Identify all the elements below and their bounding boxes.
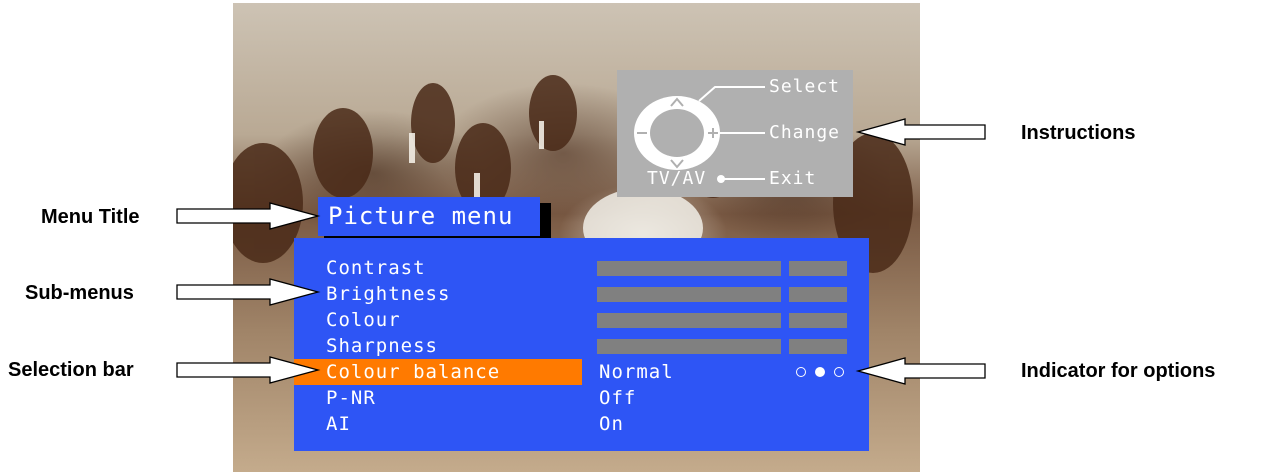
arrow-instructions (855, 118, 986, 146)
callout-arrows (176, 118, 986, 385)
arrow-indicator (855, 357, 986, 385)
callout-sub-menus: Sub-menus (25, 282, 134, 304)
arrow-menu-title (176, 202, 321, 230)
callout-selection-bar: Selection bar (8, 359, 134, 381)
arrow-sub-menus (176, 278, 321, 306)
callout-indicator: Indicator for options (1021, 360, 1216, 382)
callout-menu-title: Menu Title (41, 206, 140, 228)
arrow-selection-bar (176, 356, 321, 384)
callout-instructions: Instructions (1021, 122, 1136, 144)
